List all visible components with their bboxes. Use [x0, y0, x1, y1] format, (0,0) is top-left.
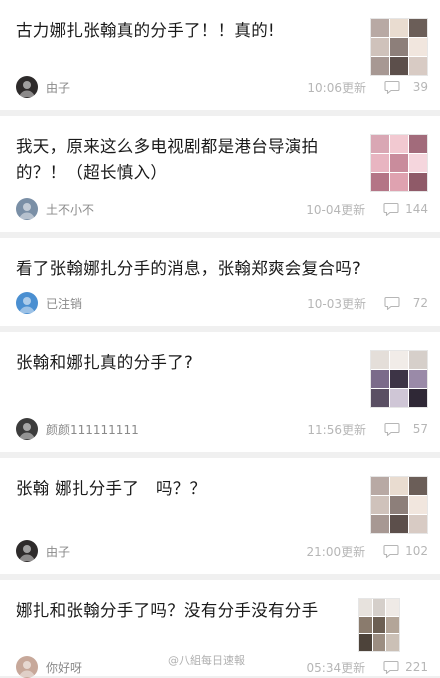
post-card[interactable]: 张翰和娜扎真的分手了? 颜颜111111111 11:56更新 57 [0, 332, 440, 452]
comment-count: 221 [405, 660, 428, 674]
thumbnail-tile [409, 515, 427, 533]
thumbnail-tile [409, 135, 427, 153]
thumbnail-tile [371, 57, 389, 75]
thumbnail-tile [390, 135, 408, 153]
thumbnail-tile [390, 389, 408, 407]
thumbnail-tile [371, 389, 389, 407]
author-avatar[interactable] [16, 76, 38, 98]
thumbnail-tile [409, 38, 427, 56]
post-meta: 由子 21:00更新 102 [16, 540, 428, 562]
thumbnail-tile [409, 389, 427, 407]
comment-count: 102 [405, 544, 428, 558]
post-card[interactable]: 古力娜扎张翰真的分手了！！真的! 由子 10:06更新 39 [0, 0, 440, 110]
post-card[interactable]: 看了张翰娜扎分手的消息，张翰郑爽会复合吗? 已注销 10-03更新 72 [0, 238, 440, 326]
post-title[interactable]: 娜扎和张翰分手了吗？没有分手没有分手 [16, 598, 356, 624]
thumbnail-tile [371, 19, 389, 37]
post-title[interactable]: 张翰 娜扎分手了 吗？？ [16, 476, 356, 502]
post-meta: 颜颜111111111 11:56更新 57 [16, 418, 428, 440]
author-avatar[interactable] [16, 292, 38, 314]
author-avatar[interactable] [16, 656, 38, 678]
comment-count: 144 [405, 202, 428, 216]
thumbnail-tile [359, 634, 372, 651]
thumbnail-tile [372, 616, 386, 634]
thumbnail-tile [409, 19, 427, 37]
post-meta: 由子 10:06更新 39 [16, 76, 428, 98]
update-time: 10-04更新 [306, 202, 366, 217]
post-title[interactable]: 古力娜扎张翰真的分手了！！真的! [16, 18, 356, 44]
thumbnail-tile [390, 57, 408, 75]
author-name[interactable]: 已注销 [46, 295, 307, 312]
thumbnail-tile [390, 515, 408, 533]
watermark: @八組每日速報 [168, 654, 245, 667]
thumbnail-tile [386, 634, 399, 651]
thumbnail-tile [409, 477, 427, 495]
comment-icon [384, 80, 400, 94]
thumbnail-tile [371, 38, 389, 56]
comment-count: 57 [412, 422, 428, 436]
author-name[interactable]: 由子 [46, 543, 307, 560]
thumbnail-tile [386, 599, 399, 616]
update-time: 10-03更新 [307, 296, 366, 311]
thumbnail-tile [372, 599, 386, 616]
thumbnail-tile [390, 173, 408, 191]
thumbnail-tile [390, 351, 408, 369]
update-time: 10:06更新 [307, 80, 366, 95]
thumbnail-tile [371, 370, 389, 388]
thumbnail-tile [409, 154, 427, 172]
thumbnail-tile [371, 351, 389, 369]
thumbnail-tile [371, 477, 389, 495]
thumbnail-tile [371, 496, 389, 514]
comment-count: 72 [412, 296, 428, 310]
post-thumbnail[interactable] [370, 350, 428, 408]
thumbnail-tile [390, 38, 408, 56]
update-time: 11:56更新 [307, 422, 366, 437]
post-thumbnail[interactable] [370, 134, 428, 192]
author-name[interactable]: 颜颜111111111 [46, 421, 307, 438]
comment-icon [383, 202, 399, 216]
author-name[interactable]: 土不小不 [46, 201, 306, 218]
thumbnail-tile [359, 616, 372, 634]
post-title[interactable]: 看了张翰娜扎分手的消息，张翰郑爽会复合吗? [16, 256, 416, 282]
thumbnail-tile [386, 616, 399, 634]
thumbnail-tile [390, 19, 408, 37]
thumbnail-tile [409, 173, 427, 191]
thumbnail-tile [359, 599, 372, 616]
update-time: 05:34更新 [306, 660, 366, 675]
thumbnail-tile [371, 135, 389, 153]
post-card[interactable]: 张翰 娜扎分手了 吗？？ 由子 21:00更新 102 [0, 458, 440, 574]
post-thumbnail[interactable] [358, 598, 400, 652]
comment-icon [383, 660, 399, 674]
comment-count: 39 [412, 80, 428, 94]
thumbnail-tile [390, 477, 408, 495]
comment-icon [383, 544, 399, 558]
post-meta: 已注销 10-03更新 72 [16, 292, 428, 314]
thumbnail-tile [409, 57, 427, 75]
author-name[interactable]: 由子 [46, 79, 307, 96]
thumbnail-tile [371, 515, 389, 533]
post-title[interactable]: 张翰和娜扎真的分手了? [16, 350, 356, 376]
thumbnail-tile [409, 351, 427, 369]
thumbnail-tile [372, 634, 386, 651]
post-feed: 古力娜扎张翰真的分手了！！真的! 由子 10:06更新 39 我天，原来这么多电… [0, 0, 440, 678]
thumbnail-tile [409, 496, 427, 514]
post-title[interactable]: 我天，原来这么多电视剧都是港台导演拍的？！（超长慎入） [16, 134, 351, 186]
thumbnail-tile [409, 370, 427, 388]
comment-icon [384, 422, 400, 436]
thumbnail-tile [390, 370, 408, 388]
post-meta: 土不小不 10-04更新 144 [16, 198, 428, 220]
thumbnail-tile [371, 154, 389, 172]
author-avatar[interactable] [16, 540, 38, 562]
comment-icon [384, 296, 400, 310]
post-thumbnail[interactable] [370, 18, 428, 76]
update-time: 21:00更新 [306, 544, 366, 559]
thumbnail-tile [390, 496, 408, 514]
post-card[interactable]: 我天，原来这么多电视剧都是港台导演拍的？！（超长慎入） 土不小不 10-04更新… [0, 116, 440, 232]
thumbnail-tile [390, 154, 408, 172]
post-thumbnail[interactable] [370, 476, 428, 534]
author-avatar[interactable] [16, 198, 38, 220]
thumbnail-tile [371, 173, 389, 191]
author-avatar[interactable] [16, 418, 38, 440]
